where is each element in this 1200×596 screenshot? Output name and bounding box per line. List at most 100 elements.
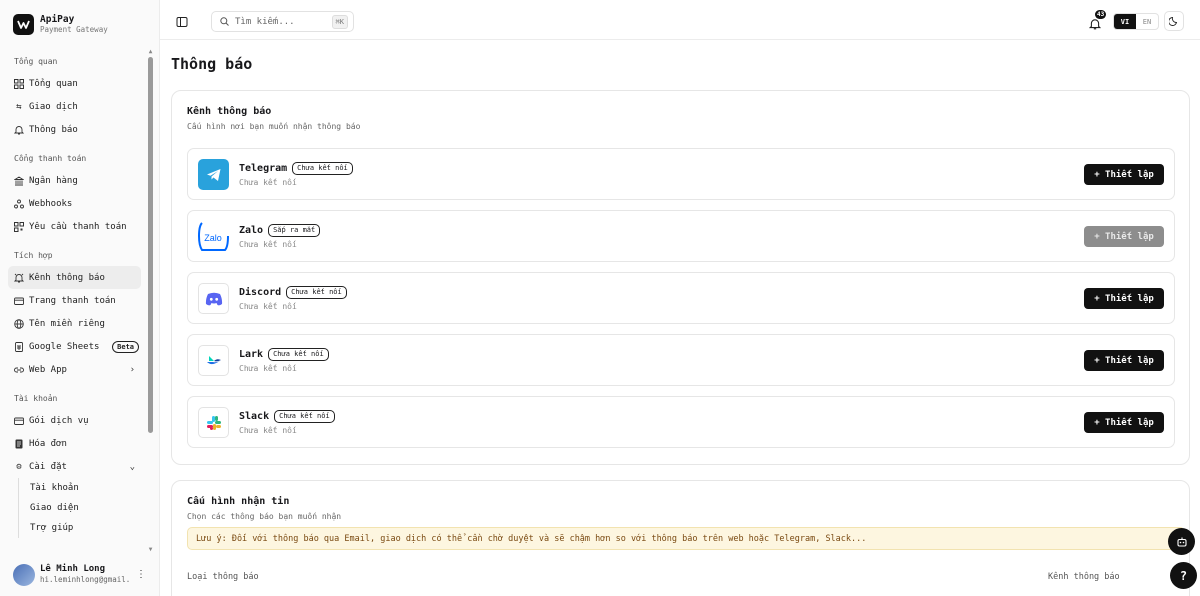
- sidebar-item-hoa-don[interactable]: Hóa đơn: [8, 432, 141, 455]
- sidebar-subitem-tai-khoan[interactable]: Tài khoản: [19, 478, 146, 498]
- sidebar-item-kenh-thong-bao[interactable]: Kênh thông báo: [8, 266, 141, 289]
- channel-name: Discord: [239, 287, 282, 298]
- sidebar-item-label: Tổng quan: [29, 78, 78, 89]
- sidebar-item-label: Google Sheets: [29, 341, 100, 352]
- status-badge: Chưa kết nối: [286, 286, 347, 299]
- moon-icon: [1169, 16, 1179, 26]
- brand[interactable]: ApiPay Payment Gateway: [0, 0, 159, 48]
- card-subtitle: Cấu hình nơi bạn muốn nhận thông báo: [187, 122, 361, 131]
- sidebar-item-yeu-cau-thanh-toan[interactable]: Yêu cầu thanh toán: [8, 215, 141, 238]
- sidebar-item-label: Giao dịch: [29, 101, 78, 112]
- channel-row-telegram: Telegram Chưa kết nối Chưa kết nối + Thi…: [187, 148, 1175, 200]
- sidebar: ApiPay Payment Gateway Tổng quan Tổng qu…: [0, 0, 160, 596]
- setup-telegram-button[interactable]: + Thiết lập: [1084, 164, 1164, 185]
- sidebar-item-tong-quan[interactable]: Tổng quan: [8, 72, 141, 95]
- channel-name: Lark: [239, 349, 264, 360]
- avatar: [13, 563, 35, 586]
- channel-row-zalo: Zalo Zalo Sắp ra mắt Chưa kết nối + Thiế…: [187, 210, 1175, 262]
- user-email: hi.leminhlong@gmail.com: [40, 575, 130, 584]
- search-input[interactable]: Tìm kiếm... ⌘K: [211, 11, 354, 32]
- scrollbar-thumb[interactable]: [148, 57, 153, 433]
- sidebar-item-label: Ngân hàng: [29, 175, 78, 186]
- channel-status: Chưa kết nối: [239, 178, 297, 187]
- channel-name: Slack: [239, 411, 270, 422]
- nav-group-title: Tích hợp: [14, 251, 53, 260]
- notification-channels-card: Kênh thông báo Cấu hình nơi bạn muốn nhậ…: [171, 90, 1190, 465]
- channel-row-lark: Lark Chưa kết nối Chưa kết nối + Thiết l…: [187, 334, 1175, 386]
- card-icon: [14, 296, 24, 306]
- chatbot-button[interactable]: [1168, 528, 1195, 555]
- slack-icon: [198, 407, 229, 438]
- setup-zalo-button[interactable]: + Thiết lập: [1084, 226, 1164, 247]
- lang-en-button[interactable]: EN: [1136, 14, 1158, 29]
- sidebar-item-label: Web App: [29, 364, 67, 375]
- bell-icon: [14, 125, 24, 135]
- sidebar-item-label: Tên miền riêng: [29, 318, 105, 329]
- nav-group-title: Tài khoản: [14, 394, 58, 403]
- scroll-up-icon[interactable]: ▲: [147, 48, 154, 55]
- discord-icon: [198, 283, 229, 314]
- channel-name: Telegram: [239, 163, 288, 174]
- sidebar-item-label: Yêu cầu thanh toán: [29, 221, 127, 232]
- sidebar-item-label: Cài đặt: [29, 461, 67, 472]
- user-profile[interactable]: Lê Minh Long hi.leminhlong@gmail.com ⋮: [0, 553, 160, 596]
- sidebar-subitem-giao-dien[interactable]: Giao diện: [19, 498, 146, 518]
- sidebar-item-label: Gói dịch vụ: [29, 415, 89, 426]
- chevron-down-icon: ⌄: [129, 461, 135, 472]
- main-content: Tìm kiếm... ⌘K 43 VI EN Thông báo Kênh t…: [160, 0, 1200, 596]
- settings-submenu: Tài khoản Giao diện Trợ giúp: [18, 478, 146, 538]
- column-header-type: Loại thông báo: [187, 572, 259, 582]
- setup-slack-button[interactable]: + Thiết lập: [1084, 412, 1164, 433]
- sidebar-item-ten-mien-rieng[interactable]: Tên miền riêng: [8, 312, 141, 335]
- bank-icon: [14, 175, 24, 186]
- status-badge: Chưa kết nối: [274, 410, 335, 423]
- sidebar-item-webhooks[interactable]: Webhooks: [8, 192, 141, 215]
- brand-subtitle: Payment Gateway: [40, 24, 108, 34]
- scroll-down-icon[interactable]: ▼: [147, 546, 154, 553]
- status-badge: Sắp ra mắt: [268, 224, 321, 237]
- chevron-right-icon: ›: [129, 364, 135, 375]
- sidebar-subitem-tro-giup[interactable]: Trợ giúp: [19, 518, 146, 538]
- theme-toggle-button[interactable]: [1164, 11, 1184, 31]
- svg-text:Zalo: Zalo: [204, 233, 222, 243]
- sidebar-item-trang-thanh-toan[interactable]: Trang thanh toán: [8, 289, 141, 312]
- channel-status: Chưa kết nối: [239, 302, 297, 311]
- search-placeholder: Tìm kiếm...: [235, 16, 295, 27]
- channel-status: Chưa kết nối: [239, 240, 297, 249]
- sidebar-item-google-sheets[interactable]: Google Sheets Beta: [8, 335, 141, 358]
- setup-lark-button[interactable]: + Thiết lập: [1084, 350, 1164, 371]
- sidebar-item-giao-dich[interactable]: ⇆ Giao dịch: [8, 95, 141, 118]
- qr-icon: [14, 221, 24, 232]
- sidebar-scrollbar[interactable]: ▲ ▼: [147, 48, 154, 553]
- help-button[interactable]: ?: [1170, 562, 1197, 589]
- setup-discord-button[interactable]: + Thiết lập: [1084, 288, 1164, 309]
- webhook-icon: [14, 199, 24, 209]
- brand-name: ApiPay: [40, 13, 75, 25]
- telegram-icon: [198, 159, 229, 190]
- page-title: Thông báo: [171, 55, 253, 73]
- sidebar-item-label: Webhooks: [29, 198, 73, 209]
- status-badge: Chưa kết nối: [292, 162, 353, 175]
- sidebar-toggle-icon[interactable]: [176, 13, 188, 27]
- sidebar-nav: Tổng quan Tổng quan ⇆ Giao dịch Thông bá…: [0, 48, 146, 553]
- robot-icon: [1176, 536, 1188, 548]
- status-badge: Chưa kết nối: [268, 348, 329, 361]
- channel-name: Zalo: [239, 225, 264, 236]
- column-header-channel: Kênh thông báo: [1048, 572, 1120, 582]
- sidebar-item-web-app[interactable]: Web App ›: [8, 358, 141, 381]
- channel-row-slack: Slack Chưa kết nối Chưa kết nối + Thiết …: [187, 396, 1175, 448]
- sidebar-item-label: Trang thanh toán: [29, 295, 116, 306]
- invoice-icon: [14, 439, 24, 449]
- sidebar-item-cai-dat[interactable]: ⚙ Cài đặt ⌄: [8, 455, 141, 478]
- lang-vi-button[interactable]: VI: [1114, 14, 1136, 29]
- more-vertical-icon[interactable]: ⋮: [136, 569, 146, 580]
- sidebar-item-thong-bao[interactable]: Thông báo: [8, 118, 141, 141]
- sidebar-item-goi-dich-vu[interactable]: Gói dịch vụ: [8, 409, 141, 432]
- receive-config-card: Cấu hình nhận tin Chọn các thông báo bạn…: [171, 480, 1190, 596]
- sidebar-item-label: Kênh thông báo: [29, 272, 105, 283]
- sidebar-item-ngan-hang[interactable]: Ngân hàng: [8, 169, 141, 192]
- zalo-icon: Zalo: [198, 221, 229, 252]
- user-name: Lê Minh Long: [40, 564, 106, 574]
- card-icon: [14, 416, 24, 426]
- sidebar-item-label: Hóa đơn: [29, 438, 67, 449]
